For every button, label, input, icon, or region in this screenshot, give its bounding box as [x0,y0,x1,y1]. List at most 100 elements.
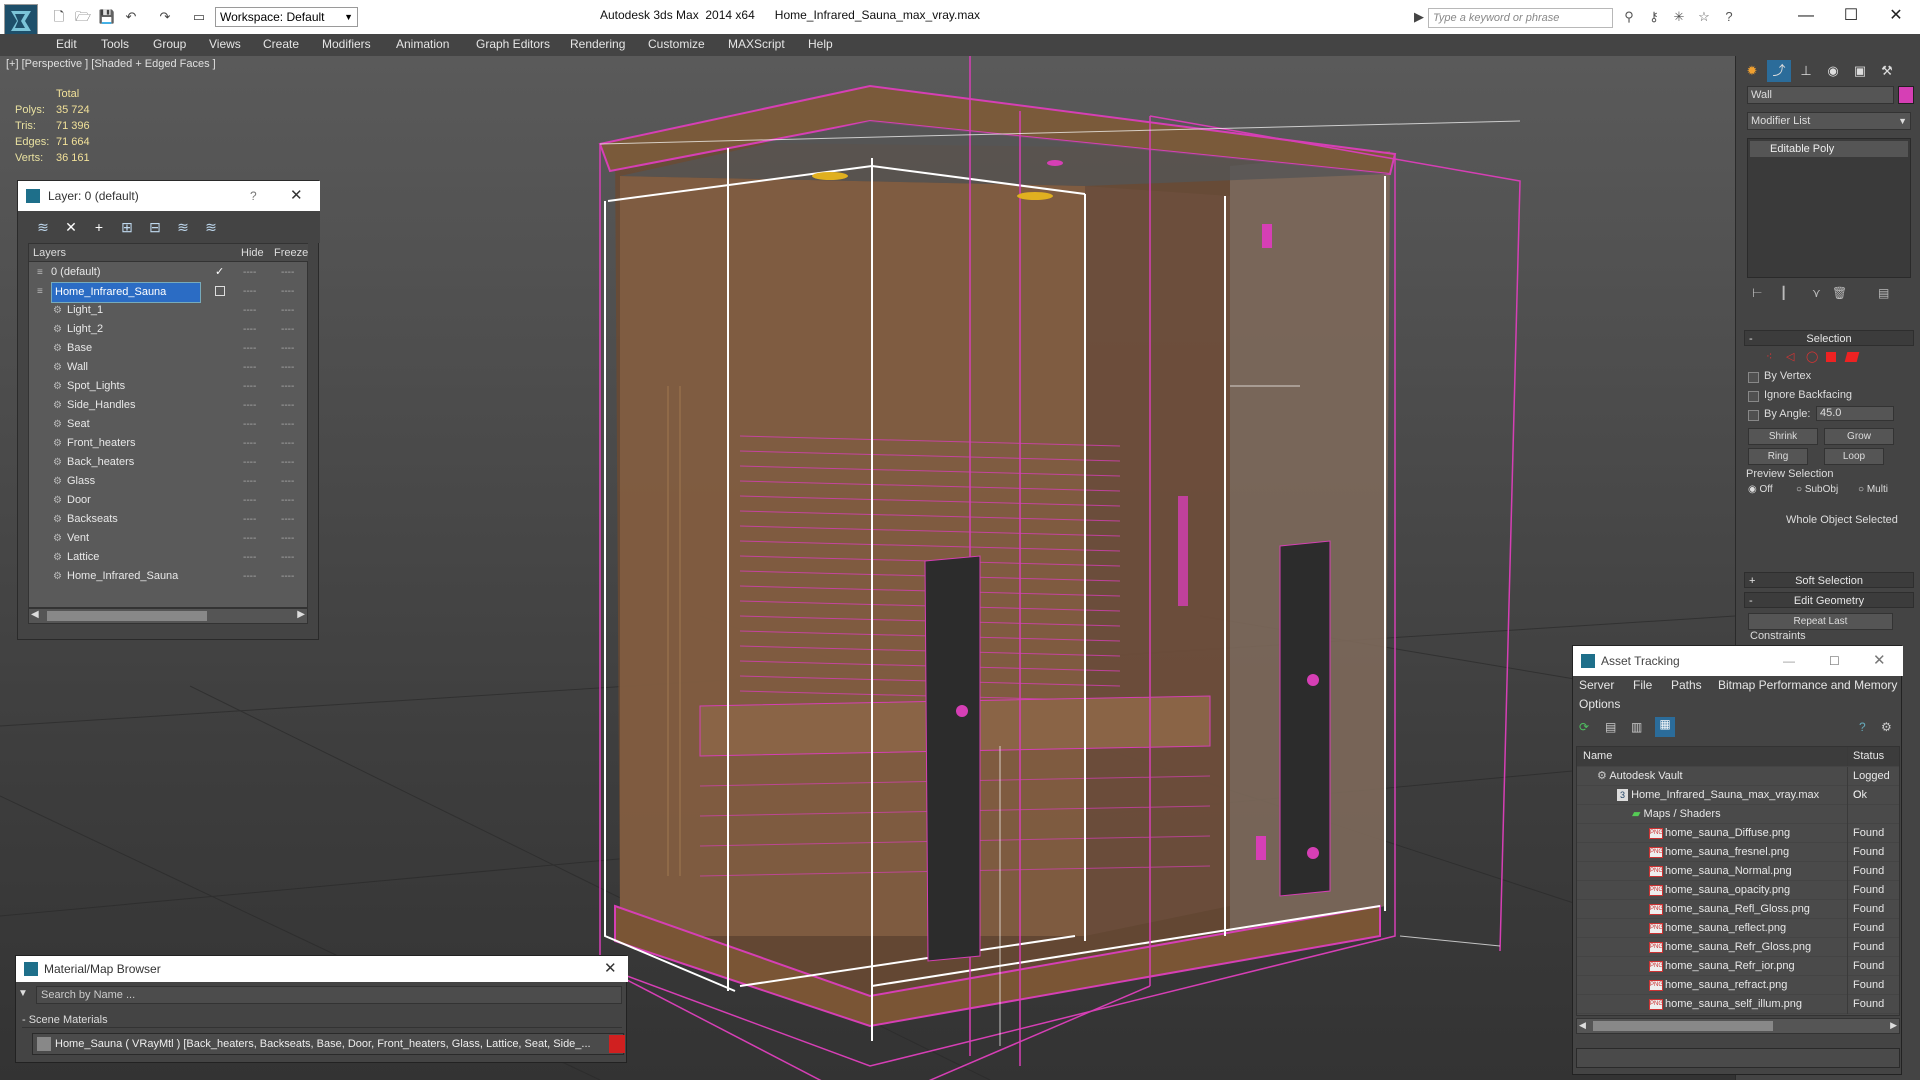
remove-modifier-icon[interactable]: 🗑 [1832,286,1847,300]
configure-sets-icon[interactable]: ▤ [1878,286,1889,300]
hide-toggle[interactable]: ---- [243,377,256,396]
layer-row[interactable]: ⚙ Home_Infrared_Sauna ---- ---- [29,567,307,586]
scroll-thumb[interactable] [1593,1021,1773,1031]
freeze-toggle[interactable]: ---- [281,510,294,529]
object-name-field[interactable]: Wall [1747,86,1894,104]
hide-toggle[interactable]: ---- [243,472,256,491]
status-column-header[interactable]: Status [1847,747,1884,766]
hide-toggle[interactable]: ---- [243,510,256,529]
hide-toggle[interactable]: ---- [243,567,256,586]
asset-row[interactable]: PNG home_sauna_opacity.png Found [1577,881,1899,900]
key-icon[interactable]: ⚷ [1645,9,1663,25]
freeze-toggle[interactable]: ---- [281,320,294,339]
modifier-list-dropdown[interactable]: Modifier List ▼ [1747,112,1911,130]
edge-mode-icon[interactable]: ◁ [1786,350,1794,363]
list-view-icon[interactable]: ▤ [1605,720,1616,734]
layer-row[interactable]: ⚙ Lattice ---- ---- [29,548,307,567]
subscription-icon[interactable]: ✳ [1670,9,1688,25]
layer-close-button[interactable]: ✕ [290,181,303,211]
freeze-toggle[interactable]: ---- [281,491,294,510]
asset-row[interactable]: PNG home_sauna_refract.png Found [1577,976,1899,995]
modifier-stack-item[interactable]: Editable Poly [1750,141,1908,157]
vertex-mode-icon[interactable]: ⁖ [1766,350,1772,363]
subobj-radio[interactable]: ○ SubObj [1796,484,1838,495]
add-to-layer-icon[interactable]: + [90,219,108,235]
freeze-toggle[interactable]: ---- [281,453,294,472]
material-search-input[interactable]: Search by Name ... [36,986,622,1004]
maximize-button[interactable]: ☐ [1831,4,1871,28]
layer-row[interactable]: ⚙ Back_heaters ---- ---- [29,453,307,472]
create-layer-icon[interactable]: ≋ [34,219,52,235]
repeat-last-button[interactable]: Repeat Last [1748,613,1893,630]
by-angle-checkbox[interactable] [1748,410,1759,421]
hide-toggle[interactable]: ---- [243,415,256,434]
layer-row[interactable]: ⚙ Light_1 ---- ---- [29,301,307,320]
minimize-button[interactable]: — [1786,4,1826,28]
open-file-icon[interactable]: 🗁 [74,9,92,25]
border-mode-icon[interactable]: ◯ [1806,350,1818,363]
undo-icon[interactable]: ↶ [122,9,140,25]
layer-row[interactable]: ⚙ Light_2 ---- ---- [29,320,307,339]
asset-path-field[interactable] [1576,1048,1900,1068]
loop-button[interactable]: Loop [1824,448,1884,465]
freeze-toggle[interactable]: ---- [281,548,294,567]
binoculars-icon[interactable]: ⚲ [1620,9,1638,25]
menu-edit[interactable]: Edit [56,34,77,54]
layer-row[interactable]: ⚙ Backseats ---- ---- [29,510,307,529]
scroll-left-icon[interactable]: ◀ [31,609,39,620]
scroll-right-icon[interactable]: ▶ [1890,1020,1897,1031]
asset-row[interactable]: PNG home_sauna_self_illum.png Found [1577,995,1899,1014]
scroll-left-icon[interactable]: ◀ [1579,1020,1586,1031]
app-logo-icon[interactable] [4,4,38,38]
layer-row[interactable]: ⚙ Glass ---- ---- [29,472,307,491]
layer-dialog-titlebar[interactable]: Layer: 0 (default) ? ✕ [18,181,320,211]
hide-toggle[interactable]: ---- [243,529,256,548]
asset-minimize-button[interactable]: — [1783,646,1795,676]
save-icon[interactable]: 💾 [98,9,116,25]
menu-rendering[interactable]: Rendering [570,34,625,54]
hide-toggle[interactable]: ---- [243,301,256,320]
freeze-toggle[interactable]: ---- [281,263,294,282]
hold-icon[interactable]: ▭ [190,9,208,25]
asset-menu-file[interactable]: File [1633,678,1652,692]
hide-toggle[interactable]: ---- [243,396,256,415]
table-view-icon[interactable]: ▦ [1655,717,1675,737]
tree-view-icon[interactable]: ▥ [1631,720,1642,734]
asset-row[interactable]: PNG home_sauna_Diffuse.png Found [1577,824,1899,843]
asset-tracking-titlebar[interactable]: Asset Tracking — ☐ ✕ [1573,646,1903,676]
layer-row[interactable]: ≡ 0 (default) ✓ ---- ---- [29,263,307,282]
search-input[interactable]: Type a keyword or phrase [1428,8,1613,28]
show-end-result-icon[interactable]: ┃ [1780,286,1787,300]
freeze-toggle[interactable]: ---- [281,567,294,586]
grow-button[interactable]: Grow [1824,428,1894,445]
hide-toggle[interactable]: ---- [243,358,256,377]
hide-column-header[interactable]: Hide [237,244,271,262]
layer-row[interactable]: ≡ Home_Infrared_Sauna ---- ---- [29,282,307,303]
favorites-icon[interactable]: ☆ [1695,9,1713,25]
asset-menu-bitmap[interactable]: Bitmap Performance and Memory [1718,678,1897,692]
freeze-toggle[interactable]: ---- [281,282,294,301]
freeze-column-header[interactable]: Freeze [271,244,308,262]
hide-toggle[interactable]: ---- [243,282,256,301]
layer-row[interactable]: ⚙ Side_Handles ---- ---- [29,396,307,415]
hide-all-icon[interactable]: ≋ [174,219,192,235]
active-layer-check-icon[interactable]: ✓ [215,263,224,282]
soft-selection-rollout[interactable]: + Soft Selection [1744,572,1914,588]
freeze-toggle[interactable]: ---- [281,358,294,377]
viewport-label[interactable]: [+] [Perspective ] [Shaded + Edged Faces… [6,58,216,70]
asset-row[interactable]: PNG home_sauna_fresnel.png Found [1577,843,1899,862]
motion-tab-icon[interactable]: ◉ [1821,60,1845,82]
menu-group[interactable]: Group [153,34,186,54]
highlight-layer-icon[interactable]: ⊟ [146,219,164,235]
new-file-icon[interactable]: 🗋 [50,9,68,25]
hide-toggle[interactable]: ---- [243,548,256,567]
menu-help[interactable]: Help [808,34,833,54]
hide-toggle[interactable]: ---- [243,320,256,339]
layer-row[interactable]: ⚙ Wall ---- ---- [29,358,307,377]
set-active-checkbox[interactable] [215,286,225,296]
freeze-toggle[interactable]: ---- [281,396,294,415]
material-close-button[interactable]: ✕ [604,956,617,982]
freeze-toggle[interactable]: ---- [281,301,294,320]
workspace-dropdown[interactable]: Workspace: Default ▼ [215,7,358,27]
edit-geometry-rollout[interactable]: - Edit Geometry [1744,592,1914,608]
